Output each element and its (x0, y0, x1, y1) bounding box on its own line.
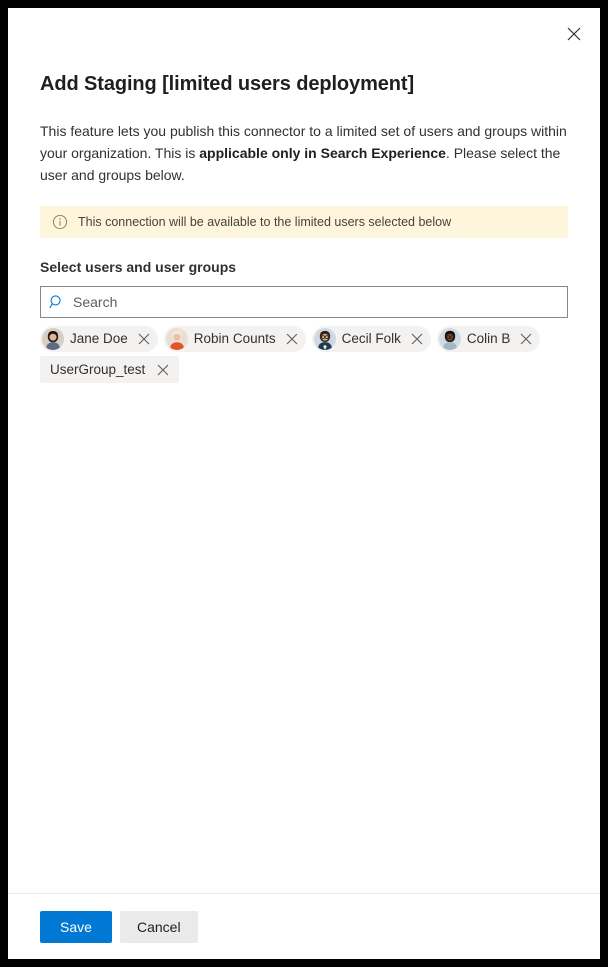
selected-person-pill[interactable]: Jane Doe (40, 326, 158, 352)
remove-icon[interactable] (153, 360, 173, 380)
select-users-label: Select users and user groups (40, 259, 237, 275)
avatar (42, 328, 64, 350)
close-icon[interactable] (558, 18, 590, 50)
remove-icon[interactable] (134, 329, 154, 349)
info-banner: This connection will be available to the… (40, 206, 568, 238)
avatar (438, 328, 461, 350)
avatar (313, 328, 336, 350)
selected-item-label: Cecil Folk (341, 331, 401, 346)
cancel-button[interactable]: Cancel (120, 910, 198, 943)
selected-person-pill[interactable]: Colin B (436, 326, 541, 352)
save-button[interactable]: Save (40, 910, 112, 943)
remove-icon[interactable] (407, 329, 427, 349)
search-icon (49, 294, 65, 310)
selected-item-label: UserGroup_test (50, 361, 146, 377)
panel-footer: Save Cancel (8, 893, 600, 959)
panel-body: Add Staging [limited users deployment] T… (8, 52, 600, 893)
page-title: Add Staging [limited users deployment] (40, 73, 415, 95)
selected-people-list: Jane Doe Robin Counts Cecil Folk Colin B Use… (40, 326, 568, 383)
description-text-bold: applicable only in Search Experience (199, 145, 446, 161)
remove-icon[interactable] (282, 329, 302, 349)
selected-person-pill[interactable]: Robin Counts (163, 326, 306, 352)
search-input[interactable] (73, 288, 559, 316)
panel-header (8, 8, 600, 52)
panel-description: This feature lets you publish this conne… (40, 120, 568, 186)
info-circle-icon (52, 214, 68, 230)
selected-person-pill[interactable]: Cecil Folk (311, 326, 431, 352)
remove-icon[interactable] (516, 329, 536, 349)
selected-item-label: Robin Counts (193, 331, 276, 346)
selected-item-label: Jane Doe (70, 331, 128, 346)
info-banner-text: This connection will be available to the… (78, 214, 452, 229)
people-picker[interactable] (40, 286, 568, 318)
selected-item-label: Colin B (466, 331, 511, 346)
add-staging-panel: Add Staging [limited users deployment] T… (8, 8, 600, 959)
avatar (165, 328, 188, 350)
selected-group-pill[interactable]: UserGroup_test (40, 356, 180, 383)
